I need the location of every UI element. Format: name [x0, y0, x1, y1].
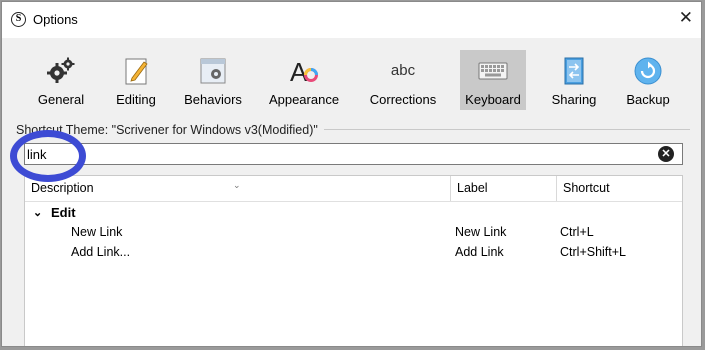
tab-appearance[interactable]: A Appearance [266, 50, 342, 110]
shortcuts-table: Description ⌄ Label Shortcut ⌄ Edit New … [24, 175, 683, 346]
title-bar: S Options ✕ [2, 2, 701, 38]
tab-label: Corrections [369, 92, 437, 107]
keyboard-icon [478, 62, 508, 80]
window-title: Options [33, 12, 78, 27]
tab-keyboard[interactable]: Keyboard [460, 50, 526, 110]
theme-separator [324, 129, 690, 130]
group-row-edit[interactable]: ⌄ Edit [25, 203, 682, 223]
tab-label: Appearance [268, 92, 340, 107]
tab-label: General [37, 92, 85, 107]
pencil-page-icon [125, 58, 148, 85]
options-window: S Options ✕ General Editing Behaviors A … [1, 1, 702, 347]
window-gear-icon [200, 58, 226, 84]
group-label: Edit [51, 205, 76, 220]
backup-icon [634, 57, 662, 85]
clear-search-icon[interactable]: ✕ [658, 146, 674, 162]
column-header-description[interactable]: Description ⌄ [25, 176, 450, 201]
abc-icon: abc [391, 62, 416, 79]
tab-label: Sharing [551, 92, 597, 107]
chevron-down-icon[interactable]: ⌄ [33, 203, 42, 223]
row-description: Add Link... [71, 245, 131, 259]
close-window-button[interactable]: ✕ [679, 8, 693, 28]
gears-icon [47, 57, 75, 83]
sort-caret-icon: ⌄ [233, 180, 241, 190]
tab-label: Behaviors [184, 92, 242, 107]
column-header-label[interactable]: Label [450, 176, 556, 201]
shortcut-theme-label: Shortcut Theme: "Scrivener for Windows v… [16, 123, 318, 137]
sharing-icon [564, 57, 584, 85]
font-color-icon: A [290, 57, 318, 86]
tab-label: Keyboard [465, 92, 521, 107]
search-input[interactable] [27, 145, 647, 163]
row-shortcut: Ctrl+L [560, 225, 594, 239]
tab-label: Editing [116, 92, 156, 107]
row-label: New Link [455, 225, 507, 239]
shortcut-search-field[interactable]: ✕ [24, 143, 683, 165]
tab-editing[interactable]: Editing [108, 50, 164, 110]
table-row[interactable]: New Link New Link Ctrl+L [25, 222, 682, 242]
tab-backup[interactable]: Backup [620, 50, 676, 110]
table-row[interactable]: Add Link... Add Link Ctrl+Shift+L [25, 242, 682, 262]
row-description: New Link [71, 225, 123, 239]
tab-general[interactable]: General [30, 50, 92, 110]
abc-glyph: abc [391, 62, 416, 79]
row-shortcut: Ctrl+Shift+L [560, 245, 627, 259]
scrivener-app-icon: S [11, 12, 26, 27]
tab-sharing[interactable]: Sharing [544, 50, 604, 110]
options-toolbar: General Editing Behaviors A Appearance a… [2, 38, 701, 120]
column-header-shortcut[interactable]: Shortcut [556, 176, 682, 201]
tab-label: Backup [626, 92, 670, 107]
tab-behaviors[interactable]: Behaviors [180, 50, 246, 110]
table-header: Description ⌄ Label Shortcut [25, 176, 682, 202]
row-label: Add Link [455, 245, 504, 259]
tab-corrections[interactable]: abc Corrections [366, 50, 440, 110]
